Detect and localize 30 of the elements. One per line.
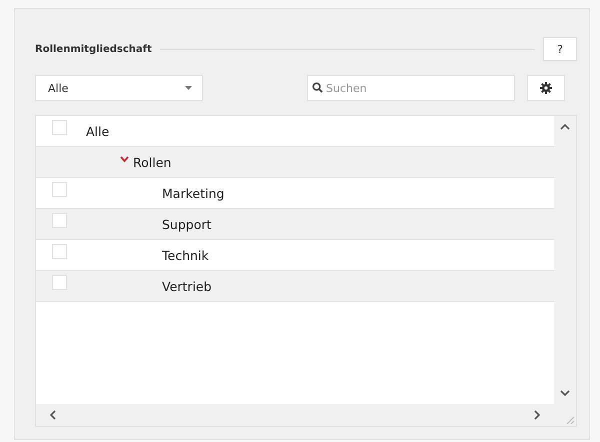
scroll-up-icon[interactable]	[560, 122, 570, 132]
scroll-left-icon[interactable]	[48, 410, 58, 420]
help-button[interactable]: ?	[543, 37, 577, 61]
vertical-scrollbar[interactable]	[554, 116, 576, 404]
tree-item-label: Vertrieb	[162, 278, 212, 294]
chevron-down-icon[interactable]	[120, 156, 129, 162]
tree-item-label: Alle	[86, 124, 110, 138]
checkbox[interactable]	[52, 120, 67, 135]
tree-row[interactable]: Support	[36, 209, 554, 240]
checkbox[interactable]	[52, 182, 67, 197]
search-field[interactable]: Suchen	[307, 75, 515, 101]
checkbox[interactable]	[52, 213, 67, 228]
checkbox[interactable]	[52, 244, 67, 259]
search-icon	[312, 82, 323, 93]
tree-item-label: Marketing	[162, 186, 224, 200]
resize-grip-icon	[566, 416, 574, 424]
settings-icon	[540, 82, 552, 94]
tree-row[interactable]: Vertrieb	[36, 271, 554, 302]
tree-item-label: Rollen	[133, 154, 172, 170]
settings-button[interactable]	[527, 75, 565, 101]
scroll-right-icon[interactable]	[532, 410, 542, 420]
scroll-down-icon[interactable]	[560, 388, 570, 398]
horizontal-scrollbar[interactable]	[36, 404, 554, 426]
checkbox[interactable]	[52, 275, 67, 290]
filter-dropdown[interactable]: Alle	[35, 75, 203, 101]
tree-item-label: Support	[162, 216, 212, 232]
section-title: Rollenmitgliedschaft	[35, 44, 152, 54]
tree-item-label: Technik	[162, 248, 209, 262]
tree-row[interactable]: Rollen	[36, 147, 554, 178]
caret-icon	[185, 86, 192, 90]
